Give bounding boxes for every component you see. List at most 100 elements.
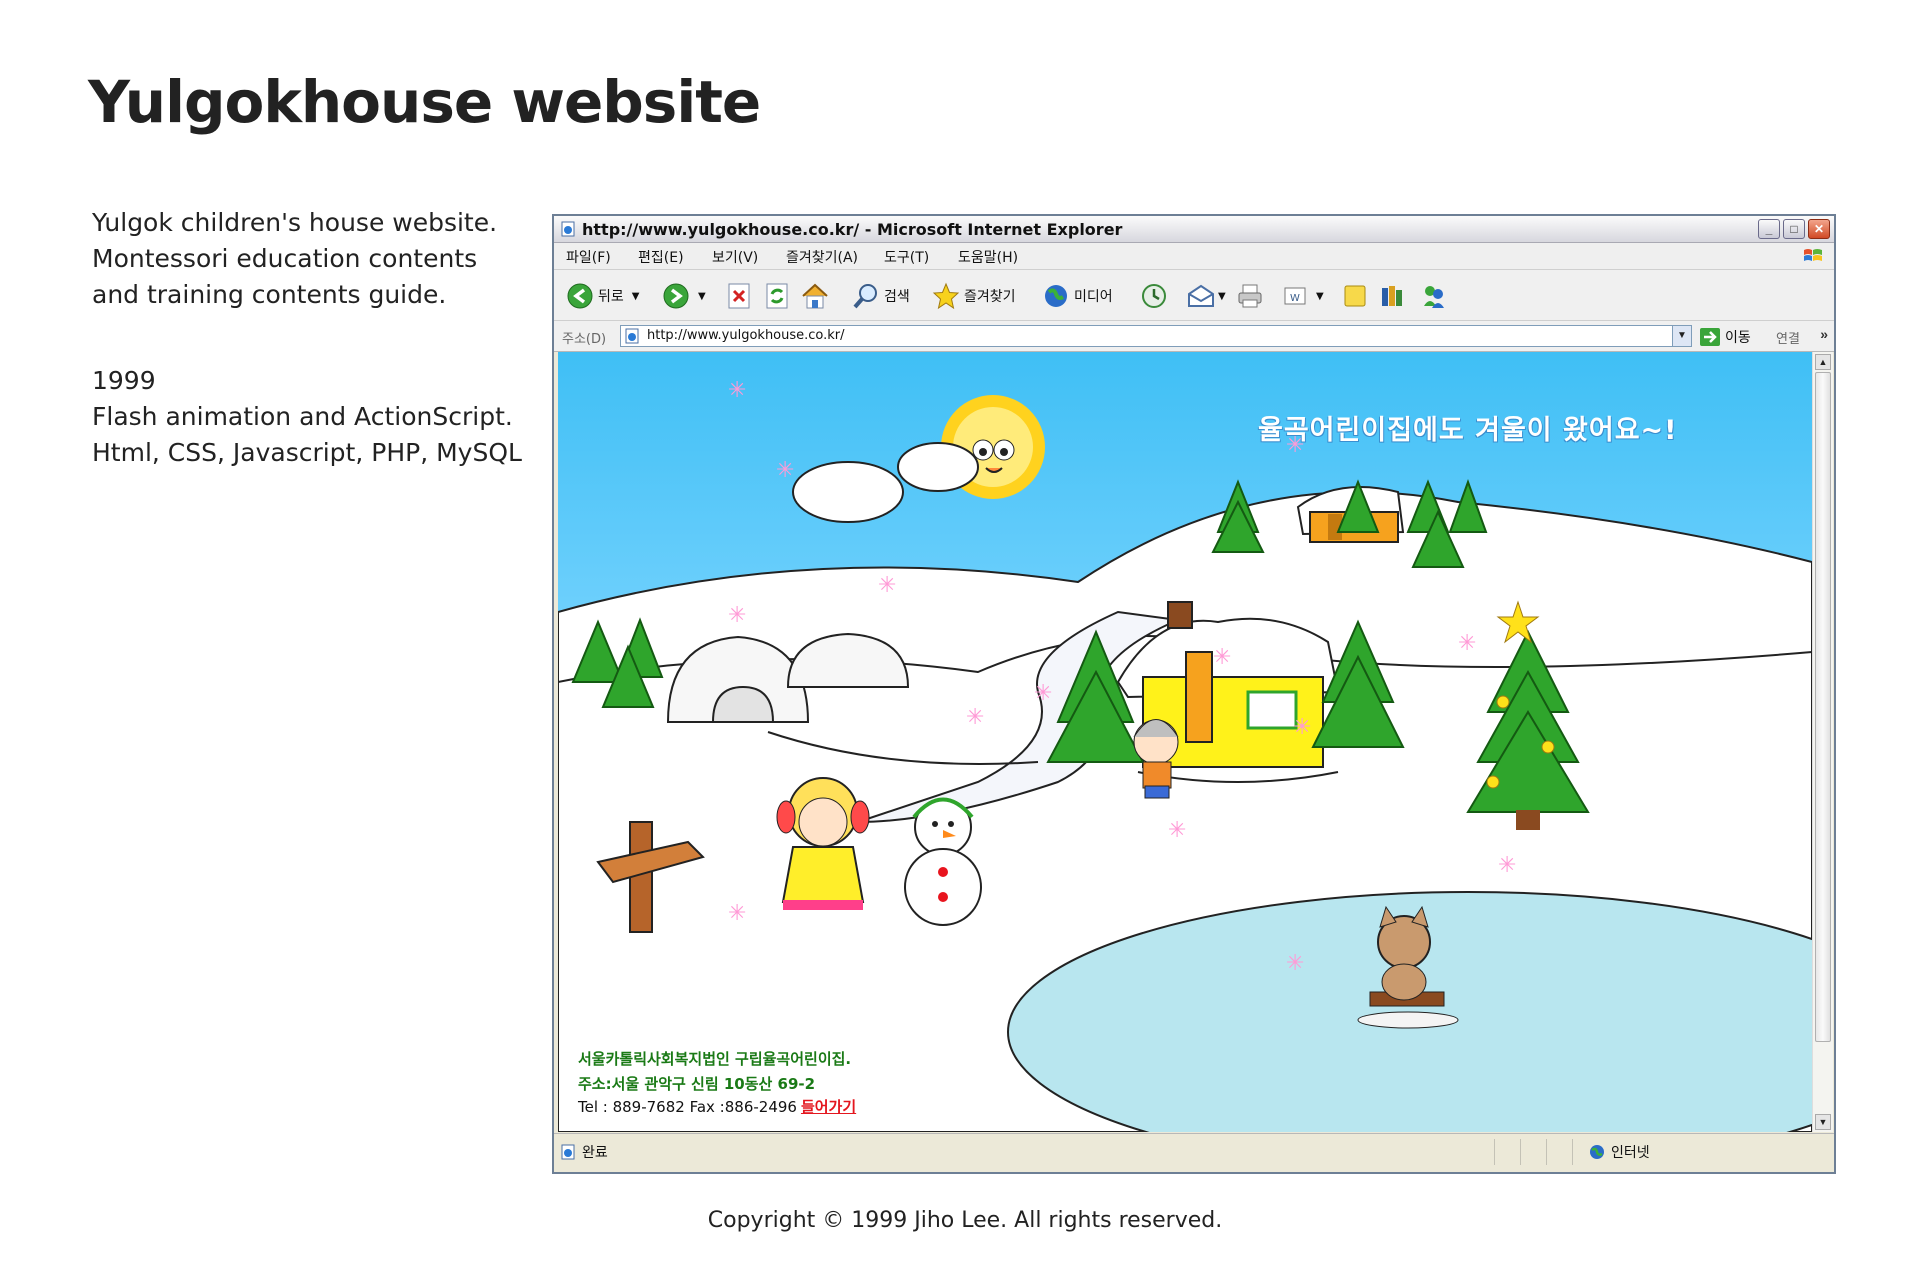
research-books-icon [1382,286,1402,306]
page-title: Yulgokhouse website [88,68,761,136]
search-button[interactable]: 검색 [852,282,910,310]
svg-text:✳: ✳ [776,458,794,483]
menu-file[interactable]: 파일(F) [566,247,611,267]
mail-icon [1188,284,1214,307]
internet-globe-icon [1590,1145,1604,1159]
messenger-button[interactable] [1420,282,1448,310]
address-url: http://www.yulgokhouse.co.kr/ [647,328,845,343]
svg-text:✳: ✳ [728,901,746,926]
edit-document-icon: W [1284,287,1306,305]
svg-text:✳: ✳ [1498,853,1516,878]
window-title: http://www.yulgokhouse.co.kr/ - Microsof… [582,220,1123,239]
description-line: and training contents guide. [92,280,447,309]
dropdown-arrow-icon[interactable]: ▼ [1316,291,1324,302]
menu-view[interactable]: 보기(V) [712,247,758,267]
maximize-button[interactable]: □ [1783,219,1805,239]
svg-text:✳: ✳ [728,378,746,403]
forward-arrow-icon [663,283,689,309]
back-arrow-icon [567,283,593,309]
messenger-icon [1424,286,1444,308]
menu-help[interactable]: 도움말(H) [958,247,1018,267]
copyright-notice: Copyright © 1999 Jiho Lee. All rights re… [707,1208,1223,1233]
stop-button[interactable] [726,282,752,310]
menu-tools[interactable]: 도구(T) [884,247,929,267]
minimize-button[interactable]: _ [1758,219,1780,239]
tech-line: Flash animation and ActionScript. [92,402,513,431]
forward-button[interactable]: ▼ [662,282,706,310]
description-line: Montessori education contents [92,244,478,273]
winter-scene[interactable]: ✳ ✳ ✳ ✳ ✳ ✳ ✳ ✳ ✳ ✳ ✳ ✳ ✳ ✳ [558,352,1812,1132]
page-icon [625,328,639,344]
close-button[interactable]: ✕ [1808,219,1830,239]
svg-text:✳: ✳ [1168,818,1186,843]
browser-window: http://www.yulgokhouse.co.kr/ - Microsof… [552,214,1836,1174]
search-icon [853,284,877,309]
menu-bar: 파일(F) 편집(E) 보기(V) 즐겨찾기(A) 도구(T) 도움말(H) [554,243,1834,270]
svg-text:✳: ✳ [728,603,746,628]
svg-text:✳: ✳ [1213,645,1231,670]
research-button[interactable] [1378,282,1406,310]
discuss-button[interactable] [1342,282,1368,310]
home-button[interactable] [800,282,830,310]
svg-text:✳: ✳ [1034,681,1052,706]
address-dropdown-icon[interactable]: ▼ [1672,326,1691,346]
windows-logo-icon [1804,249,1822,261]
scroll-down-icon[interactable]: ▼ [1815,1114,1831,1130]
status-bar: 완료 인터넷 [554,1133,1834,1172]
scroll-up-icon[interactable]: ▲ [1815,354,1831,370]
address-bar: 주소(D) http://www.yulgokhouse.co.kr/ ▼ 이동… [554,321,1834,352]
chevron-right-icon[interactable]: » [1820,326,1828,342]
svg-text:✳: ✳ [1293,715,1311,740]
ie-page-icon [561,221,575,237]
home-icon [802,283,828,309]
browser-titlebar[interactable]: http://www.yulgokhouse.co.kr/ - Microsof… [554,216,1834,243]
site-address-line: 주소:서울 관악구 신림 10동산 69-2 [578,1075,816,1093]
standard-toolbar: 뒤로 ▼ ▼ 검색 즐겨찾기 미디어 ▼ W ▼ [554,270,1834,321]
favorites-button[interactable]: 즐겨찾기 [932,282,1016,310]
tech-line: Html, CSS, Javascript, PHP, MySQL [92,438,522,467]
media-globe-icon [1045,285,1067,307]
dropdown-arrow-icon[interactable]: ▼ [698,291,706,302]
media-label: 미디어 [1074,289,1113,305]
address-label: 주소(D) [562,332,607,347]
svg-text:✳: ✳ [966,705,984,730]
star-icon [932,282,960,310]
history-button[interactable] [1140,282,1168,310]
edit-button[interactable]: W ▼ [1282,282,1324,310]
vertical-scrollbar[interactable]: ▲ ▼ [1812,352,1833,1132]
print-button[interactable] [1236,282,1264,310]
scroll-thumb[interactable] [1815,372,1831,1042]
stop-icon [728,283,750,309]
history-icon [1142,284,1166,308]
zone-label: 인터넷 [1611,1145,1650,1161]
note-icon [1344,285,1366,307]
svg-text:W: W [1290,293,1300,304]
page-viewport: ✳ ✳ ✳ ✳ ✳ ✳ ✳ ✳ ✳ ✳ ✳ ✳ ✳ ✳ 율곡어린이집에도 겨울이… [558,352,1812,1132]
back-button[interactable]: 뒤로 ▼ [566,282,639,310]
address-input[interactable]: http://www.yulgokhouse.co.kr/ ▼ [620,325,1692,347]
menu-edit[interactable]: 편집(E) [638,247,684,267]
project-description: Yulgok children's house website. Montess… [92,205,522,471]
back-label: 뒤로 [598,289,624,305]
dropdown-arrow-icon[interactable]: ▼ [1218,291,1226,302]
go-button[interactable]: 이동 [1699,327,1751,347]
refresh-button[interactable] [764,282,790,310]
dropdown-arrow-icon[interactable]: ▼ [632,291,640,302]
go-label: 이동 [1725,330,1751,346]
printer-icon [1238,284,1262,308]
media-button[interactable]: 미디어 [1042,282,1113,310]
go-arrow-icon [1700,328,1720,346]
svg-text:✳: ✳ [1286,951,1304,976]
search-label: 검색 [884,289,910,305]
enter-link[interactable]: 들어가기 [801,1098,856,1116]
site-owner-line: 서울카톨릭사회복지법인 구립율곡어린이집. [578,1050,852,1068]
menu-favorites[interactable]: 즐겨찾기(A) [786,247,858,267]
project-year: 1999 [92,366,156,395]
status-zone: 인터넷 [1589,1142,1650,1162]
svg-text:✳: ✳ [1458,631,1476,656]
links-label[interactable]: 연결 [1776,328,1800,347]
mail-button[interactable]: ▼ [1186,282,1226,310]
status-done: 완료 [560,1142,608,1162]
refresh-icon [766,283,788,309]
contact-text: Tel : 889-7682 Fax :886-2496 [578,1098,797,1116]
